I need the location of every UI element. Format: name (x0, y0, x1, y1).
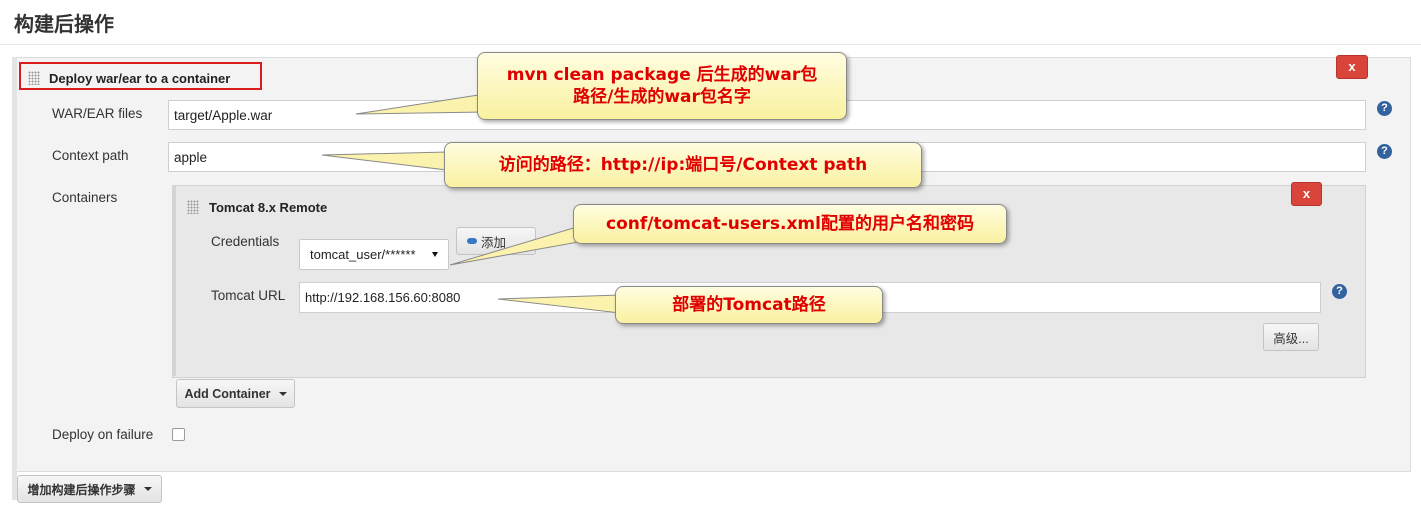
credentials-selected: tomcat_user/****** (310, 247, 416, 262)
chevron-down-icon (432, 252, 438, 257)
add-container-button[interactable]: Add Container (176, 379, 295, 408)
drag-handle-icon[interactable] (28, 71, 40, 85)
add-container-label: Add Container (184, 386, 271, 401)
deploy-on-failure-checkbox[interactable] (172, 428, 185, 441)
add-post-build-step-label: 增加构建后操作步骤 (27, 482, 136, 497)
callout-war-line1: mvn clean package 后生成的war包 (506, 65, 818, 85)
add-credentials-label: 添加 (481, 235, 507, 250)
war-files-label: WAR/EAR files (52, 106, 143, 121)
add-credentials-button[interactable]: 添加 (456, 227, 536, 255)
caret-down-icon (278, 391, 287, 396)
credentials-label: Credentials (211, 234, 280, 249)
credentials-select[interactable]: tomcat_user/****** (299, 239, 449, 270)
war-files-help-icon[interactable]: ? (1377, 101, 1392, 116)
containers-label: Containers (52, 190, 118, 205)
advanced-button[interactable]: 高级... (1263, 323, 1319, 351)
tomcat-url-label: Tomcat URL (211, 288, 286, 303)
delete-step-button[interactable]: x (1336, 55, 1368, 79)
callout-war-line2: 路径/生成的war包名字 (573, 87, 751, 107)
callout-tomcat-url: 部署的Tomcat路径 (615, 286, 883, 324)
deploy-on-failure-label: Deploy on failure (52, 427, 154, 442)
container-panel-bar (172, 185, 176, 376)
deploy-panel-bar (12, 57, 17, 500)
key-icon (467, 238, 477, 244)
deploy-step-title: Deploy war/ear to a container (49, 71, 231, 86)
context-path-help-icon[interactable]: ? (1377, 144, 1392, 159)
callout-context-path: 访问的路径：http://ip:端口号/Context path (444, 142, 922, 188)
caret-down-icon (143, 487, 152, 491)
context-path-label: Context path (52, 148, 129, 163)
add-post-build-step-button[interactable]: 增加构建后操作步骤 (17, 475, 162, 503)
delete-container-button[interactable]: x (1291, 182, 1322, 206)
tomcat-url-help-icon[interactable]: ? (1332, 284, 1347, 299)
callout-war-path: mvn clean package 后生成的war包 路径/生成的war包名字 (477, 52, 847, 120)
container-title: Tomcat 8.x Remote (209, 200, 328, 215)
title-divider (0, 44, 1421, 45)
callout-credentials: conf/tomcat-users.xml配置的用户名和密码 (573, 204, 1007, 244)
container-drag-handle-icon[interactable] (187, 200, 199, 214)
page-title: 构建后操作 (14, 14, 114, 36)
